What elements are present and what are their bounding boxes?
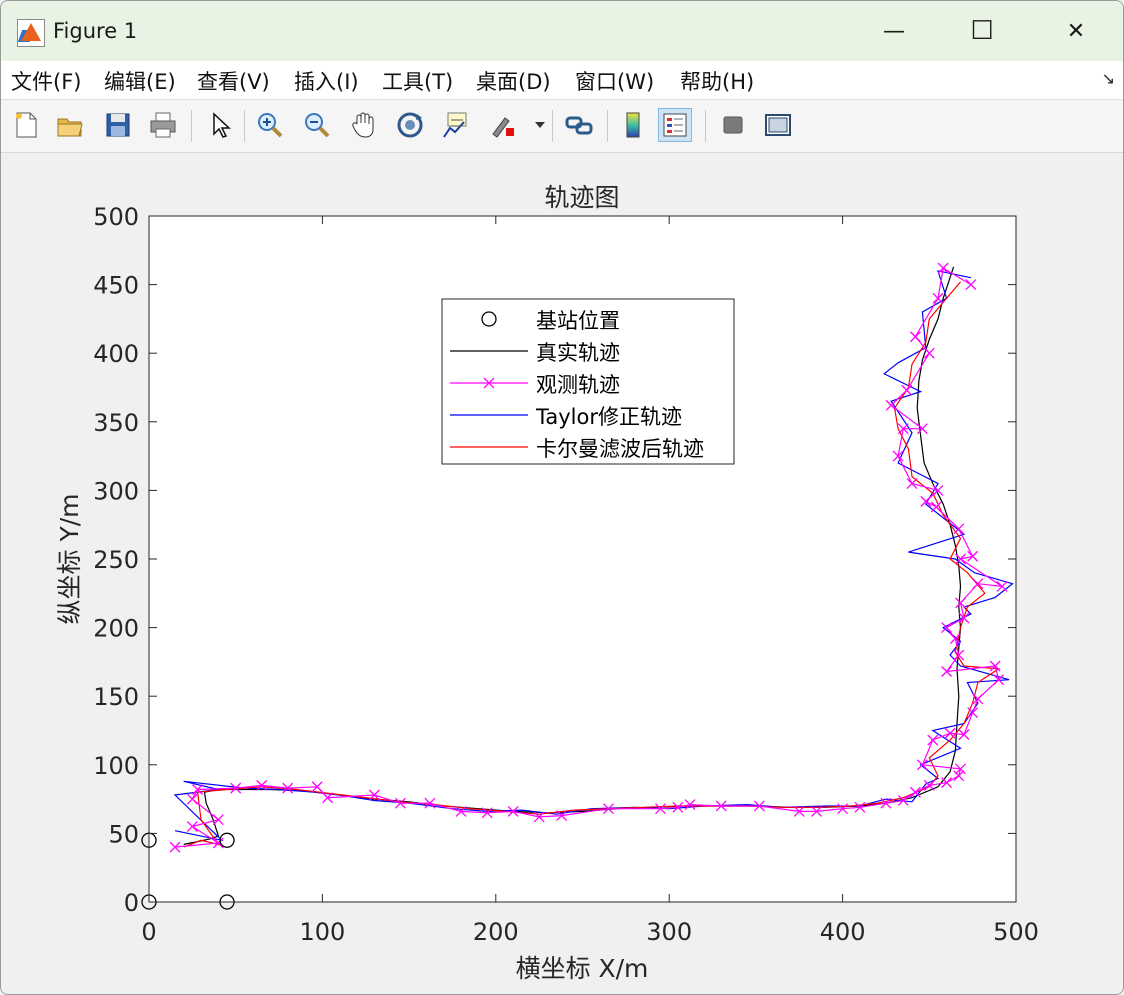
legend-label-taylor: Taylor修正轨迹	[535, 405, 682, 429]
legend-icon[interactable]	[658, 108, 692, 142]
maximize-icon: ☐	[970, 16, 994, 46]
x-tick-label: 300	[646, 918, 692, 946]
y-axis-label: 纵坐标 Y/m	[55, 494, 84, 625]
save-icon[interactable]	[101, 108, 135, 142]
y-tick-label: 400	[93, 340, 139, 368]
y-tick-label: 150	[93, 683, 139, 711]
link-plot-icon[interactable]	[562, 108, 596, 142]
menu-insert[interactable]: 插入(I)	[294, 66, 359, 96]
x-tick-label: 400	[820, 918, 866, 946]
menu-file[interactable]: 文件(F)	[11, 66, 81, 96]
maximize-button[interactable]: ☐	[953, 11, 1011, 51]
x-axis-label: 横坐标 X/m	[516, 954, 649, 983]
window-title: Figure 1	[53, 19, 138, 43]
pan-hand-icon[interactable]	[347, 108, 381, 142]
legend-label-kalman: 卡尔曼滤波后轨迹	[536, 437, 704, 461]
y-tick-label: 50	[108, 820, 139, 848]
colorbar-icon[interactable]	[616, 108, 650, 142]
figure-canvas: 0 100 200 300 400 500 0 50 100 150 200 250 300 350 400…	[1, 153, 1123, 994]
figure-window: Figure 1 — ☐ ✕ 文件(F) 编辑(E) 查看(V) 插入(I) 工…	[0, 0, 1124, 995]
open-folder-icon[interactable]	[53, 108, 87, 142]
y-tick-label: 200	[93, 615, 139, 643]
close-button[interactable]: ✕	[1047, 11, 1105, 51]
minimize-icon: —	[883, 18, 905, 44]
menu-tools[interactable]: 工具(T)	[382, 66, 453, 96]
menu-window[interactable]: 窗口(W)	[575, 66, 654, 96]
toolbar	[1, 100, 1123, 153]
minimize-button[interactable]: —	[865, 11, 923, 51]
menu-help[interactable]: 帮助(H)	[680, 66, 754, 96]
menu-view[interactable]: 查看(V)	[197, 66, 270, 96]
show-plot-tools-icon[interactable]	[761, 108, 795, 142]
x-tick-label: 100	[299, 918, 345, 946]
matlab-logo-icon	[17, 19, 45, 47]
y-tick-label: 300	[93, 477, 139, 505]
close-icon: ✕	[1066, 18, 1086, 44]
pointer-icon[interactable]	[203, 108, 237, 142]
legend-label-true: 真实轨迹	[536, 341, 620, 365]
legend-label-stations: 基站位置	[536, 309, 620, 333]
legend-label-observed: 观测轨迹	[536, 373, 620, 397]
print-icon[interactable]	[146, 108, 180, 142]
x-tick-label: 0	[141, 918, 156, 946]
brush-dropdown-icon[interactable]	[535, 122, 545, 128]
y-tick-label: 100	[93, 752, 139, 780]
zoom-in-icon[interactable]	[253, 108, 287, 142]
zoom-out-icon[interactable]	[300, 108, 334, 142]
menu-overflow-icon[interactable]: ↘	[1102, 69, 1115, 88]
legend[interactable]: 基站位置 真实轨迹 观测轨迹 Taylor修正轨迹 卡尔曼滤波后轨迹	[441, 298, 735, 465]
menu-desktop[interactable]: 桌面(D)	[476, 66, 551, 96]
y-tick-label: 350	[93, 409, 139, 437]
new-file-icon[interactable]	[9, 108, 43, 142]
rotate-3d-icon[interactable]	[393, 108, 427, 142]
y-tick-label: 450	[93, 272, 139, 300]
title-bar[interactable]: Figure 1 — ☐ ✕	[1, 1, 1123, 61]
x-tick-label: 500	[993, 918, 1039, 946]
hide-plot-tools-icon[interactable]	[716, 108, 750, 142]
menu-edit[interactable]: 编辑(E)	[104, 66, 176, 96]
y-tick-label: 0	[124, 889, 139, 917]
x-tick-label: 200	[473, 918, 519, 946]
chart-title: 轨迹图	[544, 183, 619, 212]
menu-bar: 文件(F) 编辑(E) 查看(V) 插入(I) 工具(T) 桌面(D) 窗口(W…	[1, 61, 1123, 100]
data-cursor-icon[interactable]	[438, 108, 472, 142]
y-tick-label: 500	[93, 203, 139, 231]
brush-icon[interactable]	[485, 108, 519, 142]
y-tick-label: 250	[93, 546, 139, 574]
trajectory-chart: 0 100 200 300 400 500 0 50 100 150 200 250 300 350 400…	[55, 183, 1039, 983]
